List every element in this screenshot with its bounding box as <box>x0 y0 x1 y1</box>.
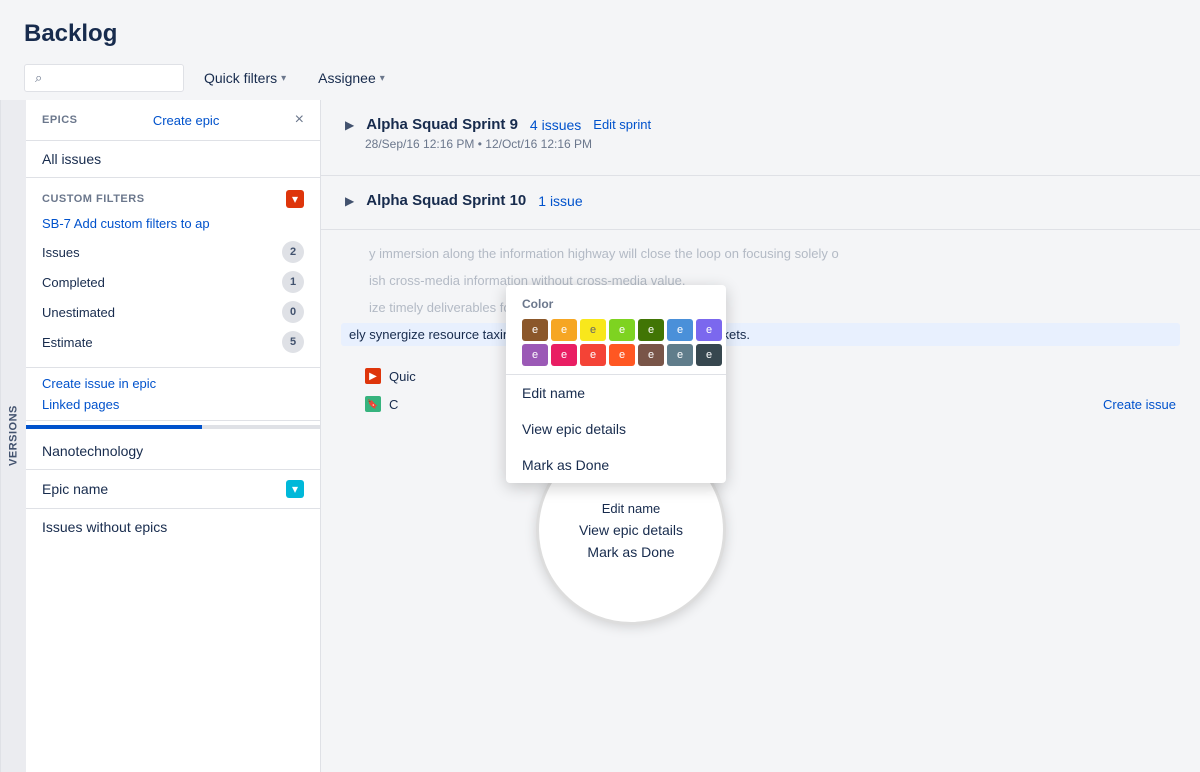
progress-bar <box>26 425 320 429</box>
sprint-10-header: ▶ Alpha Squad Sprint 10 1 issue <box>345 192 1176 209</box>
issue-row-2: 🔖 C Create issue <box>365 390 1176 418</box>
search-input[interactable] <box>48 70 173 86</box>
issue-rows: ▶ Quic 🔖 C Create issue <box>321 358 1200 422</box>
custom-filter-link[interactable]: SB-7 Add custom filters to ap <box>42 216 304 231</box>
issue-icon-red: ▶ <box>365 368 381 384</box>
search-box[interactable]: ⌕ <box>24 64 184 92</box>
quick-filters-label: Quick filters <box>204 70 277 86</box>
color-label: Color <box>522 297 710 311</box>
filter-stat-completed-label: Completed <box>42 275 105 290</box>
filter-stat-estimate-label: Estimate <box>42 335 93 350</box>
filter-stat-unestimated-count: 0 <box>282 301 304 323</box>
custom-filters-header: Custom Filters ▾ <box>42 190 304 208</box>
edit-name-item[interactable]: Edit name <box>506 375 726 411</box>
filter-stat-estimate: Estimate 5 <box>42 329 304 355</box>
color-grid: e e e e e e e e e e e e <box>522 319 710 366</box>
color-swatch-10[interactable]: e <box>580 344 606 366</box>
epics-title: EPICS <box>42 114 78 126</box>
filter-stats: Issues 2 Completed 1 Unestimated 0 Estim… <box>42 239 304 355</box>
custom-filters-section: Custom Filters ▾ SB-7 Add custom filters… <box>26 178 320 368</box>
color-section: Color e e e e e e e e e <box>506 285 726 375</box>
filter-stat-estimate-count: 5 <box>282 331 304 353</box>
content-area: VERSIONS EPICS Create epic × All issues … <box>0 100 1200 772</box>
assignee-label: Assignee <box>318 70 376 86</box>
toolbar: ⌕ Quick filters ▾ Assignee ▾ <box>24 64 1176 92</box>
epics-panel: EPICS Create epic × All issues Custom Fi… <box>26 100 321 772</box>
magnifier-mark: Mark as Done <box>579 544 683 560</box>
filter-stat-completed-count: 1 <box>282 271 304 293</box>
issue-icon-green: 🔖 <box>365 396 381 412</box>
color-swatch-14[interactable]: e <box>696 344 722 366</box>
create-epic-link[interactable]: Create epic <box>153 113 219 128</box>
sprint-9-name: Alpha Squad Sprint 9 <box>366 116 518 133</box>
epic-name-label: Epic name <box>42 481 108 497</box>
color-swatch-1[interactable]: e <box>522 319 548 341</box>
sprint-9-chevron[interactable]: ▶ <box>345 118 354 132</box>
color-swatch-7[interactable]: e <box>696 319 722 341</box>
issue-row-1: ▶ Quic <box>365 362 1176 390</box>
main-content: ▶ Alpha Squad Sprint 9 4 issues Edit spr… <box>321 100 1200 772</box>
color-swatch-13[interactable]: e <box>667 344 693 366</box>
custom-filters-dropdown[interactable]: ▾ <box>286 190 304 208</box>
color-swatch-5[interactable]: e <box>638 319 664 341</box>
color-swatch-2[interactable]: e <box>551 319 577 341</box>
bg-issue-3: ize timely deliverables for real-time sc… <box>345 294 1176 321</box>
filter-stat-completed: Completed 1 <box>42 269 304 295</box>
filter-stat-unestimated: Unestimated 0 <box>42 299 304 325</box>
filter-stat-issues: Issues 2 <box>42 239 304 265</box>
all-issues-item[interactable]: All issues <box>26 141 320 178</box>
background-issues: y immersion along the information highwa… <box>321 230 1200 358</box>
quick-filters-chevron: ▾ <box>281 73 286 84</box>
bg-issue-1: y immersion along the information highwa… <box>345 240 1176 267</box>
view-epic-details-item[interactable]: View epic details <box>506 411 726 447</box>
quick-filters-button[interactable]: Quick filters ▾ <box>192 64 298 92</box>
bg-issue-2: ish cross-media information without cros… <box>345 267 1176 294</box>
context-menu[interactable]: Color e e e e e e e e e <box>506 285 726 483</box>
color-swatch-4[interactable]: e <box>609 319 635 341</box>
filter-stat-issues-count: 2 <box>282 241 304 263</box>
assignee-chevron: ▾ <box>380 73 385 84</box>
page-header: Backlog ⌕ Quick filters ▾ Assignee ▾ <box>0 0 1200 100</box>
epics-header: EPICS Create epic × <box>26 100 320 141</box>
color-swatch-3[interactable]: e <box>580 319 606 341</box>
color-swatch-6[interactable]: e <box>667 319 693 341</box>
create-issue-in-epic-link[interactable]: Create issue in epic <box>42 376 304 391</box>
magnifier-view: View epic details <box>579 522 683 538</box>
create-issue-link[interactable]: Create issue <box>1103 397 1176 412</box>
panel-actions: Create issue in epic Linked pages <box>26 368 320 421</box>
close-epics-button[interactable]: × <box>295 112 304 128</box>
filter-stat-issues-label: Issues <box>42 245 80 260</box>
issues-without-epics[interactable]: Issues without epics <box>26 508 320 545</box>
sprint-10-name: Alpha Squad Sprint 10 <box>366 192 526 209</box>
sprint-9-header: ▶ Alpha Squad Sprint 9 4 issues Edit spr… <box>345 116 1176 133</box>
page-title: Backlog <box>24 20 1176 48</box>
sprint-10-chevron[interactable]: ▶ <box>345 194 354 208</box>
custom-filters-title: Custom Filters <box>42 193 145 205</box>
assignee-button[interactable]: Assignee ▾ <box>306 64 397 92</box>
sprint-9-edit[interactable]: Edit sprint <box>593 117 651 132</box>
color-swatch-11[interactable]: e <box>609 344 635 366</box>
linked-pages-link[interactable]: Linked pages <box>42 397 304 412</box>
mark-as-done-item[interactable]: Mark as Done <box>506 447 726 483</box>
sprint-10-count: 1 issue <box>538 193 582 209</box>
sprint-section-10: ▶ Alpha Squad Sprint 10 1 issue <box>321 176 1200 230</box>
magnifier-edit: Edit name <box>579 501 683 516</box>
color-swatch-12[interactable]: e <box>638 344 664 366</box>
progress-bar-fill <box>26 425 202 429</box>
search-icon: ⌕ <box>35 70 42 86</box>
issue-text-2: C <box>389 397 1095 412</box>
sprint-9-count: 4 issues <box>530 117 581 133</box>
color-swatch-8[interactable]: e <box>522 344 548 366</box>
versions-tab[interactable]: VERSIONS <box>0 100 26 772</box>
epic-name-dropdown[interactable]: ▾ <box>286 480 304 498</box>
sprint-9-dates: 28/Sep/16 12:16 PM • 12/Oct/16 12:16 PM <box>345 137 1176 151</box>
sprint-section-9: ▶ Alpha Squad Sprint 9 4 issues Edit spr… <box>321 100 1200 176</box>
epic-name-section: Epic name ▾ <box>26 469 320 508</box>
color-swatch-9[interactable]: e <box>551 344 577 366</box>
filter-stat-unestimated-label: Unestimated <box>42 305 115 320</box>
bg-issue-highlighted: ely synergize resource taxing relationsh… <box>349 327 1172 342</box>
nanotechnology-epic[interactable]: Nanotechnology <box>26 433 320 469</box>
